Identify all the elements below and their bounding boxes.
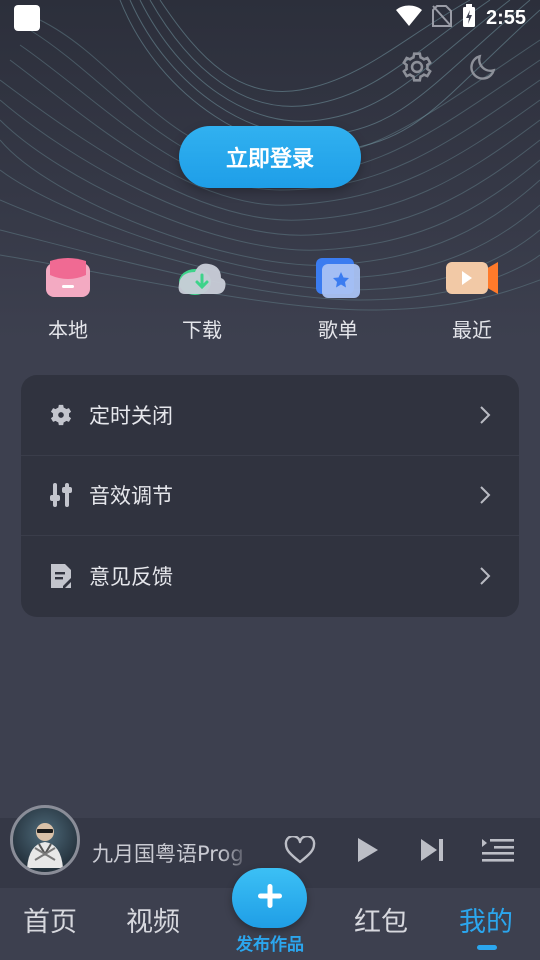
album-art-image: [27, 823, 63, 868]
login-button[interactable]: 立即登录: [179, 126, 361, 188]
menu-item-label: 定时关闭: [89, 403, 173, 428]
menu-item-feedback[interactable]: 意见反馈: [21, 536, 519, 617]
playlist-icon: [482, 837, 514, 867]
local-inbox-icon: [40, 250, 96, 306]
settings-menu: 定时关闭 音效调节 意见反馈: [21, 375, 519, 617]
quick-action-recent[interactable]: 最近: [422, 250, 522, 350]
next-track-button[interactable]: [414, 834, 450, 870]
tab-home[interactable]: 首页: [23, 900, 77, 939]
menu-item-sleep-timer[interactable]: 定时关闭: [21, 375, 519, 456]
heart-icon: [284, 834, 316, 868]
quick-action-local[interactable]: 本地: [18, 250, 118, 350]
play-button[interactable]: [349, 834, 385, 870]
tab-mine[interactable]: 我的: [459, 900, 513, 939]
plus-icon: [255, 881, 285, 915]
quick-action-download[interactable]: 下载: [152, 250, 252, 350]
chevron-right-icon: [475, 405, 495, 425]
play-icon: [354, 836, 380, 868]
no-sim-icon: [431, 5, 452, 31]
publish-button[interactable]: [232, 868, 307, 928]
clock: 2:55: [485, 6, 526, 29]
quick-action-label: 本地: [48, 318, 88, 342]
recent-video-icon: [444, 250, 500, 306]
notification-icon: [14, 5, 40, 31]
quick-action-label: 歌单: [318, 318, 358, 342]
active-tab-indicator: [477, 945, 497, 950]
wifi-icon: [395, 5, 422, 31]
next-icon: [419, 837, 445, 867]
publish-label[interactable]: 发布作品: [225, 930, 315, 955]
tab-video[interactable]: 视频: [126, 900, 180, 939]
song-title: 九月国粤语Prog: [92, 842, 244, 866]
album-cover[interactable]: [10, 805, 80, 875]
chevron-right-icon: [475, 566, 495, 586]
quick-action-playlist[interactable]: 歌单: [288, 250, 388, 350]
quick-actions: 本地 下载 歌单 最近: [0, 250, 540, 350]
menu-item-label: 意见反馈: [89, 565, 173, 590]
gear-icon: [47, 401, 75, 429]
tab-red-packet[interactable]: 红包: [354, 900, 408, 939]
chevron-right-icon: [475, 485, 495, 505]
download-cloud-icon: [174, 250, 230, 306]
gear-icon: [400, 50, 434, 88]
favorite-button[interactable]: [282, 834, 318, 870]
moon-icon: [467, 51, 499, 87]
settings-button[interactable]: [398, 50, 436, 88]
battery-charging-icon: [462, 4, 476, 32]
playlist-star-icon: [310, 250, 366, 306]
feedback-doc-icon: [47, 562, 75, 590]
menu-item-sound-effects[interactable]: 音效调节: [21, 456, 519, 537]
menu-item-label: 音效调节: [89, 484, 173, 509]
equalizer-icon: [47, 481, 75, 509]
quick-action-label: 最近: [452, 318, 492, 342]
night-mode-button[interactable]: [464, 50, 502, 88]
status-indicators: 2:55: [395, 4, 526, 32]
quick-action-label: 下载: [182, 318, 222, 342]
status-bar: 2:55: [0, 0, 540, 36]
playlist-queue-button[interactable]: [480, 834, 516, 870]
